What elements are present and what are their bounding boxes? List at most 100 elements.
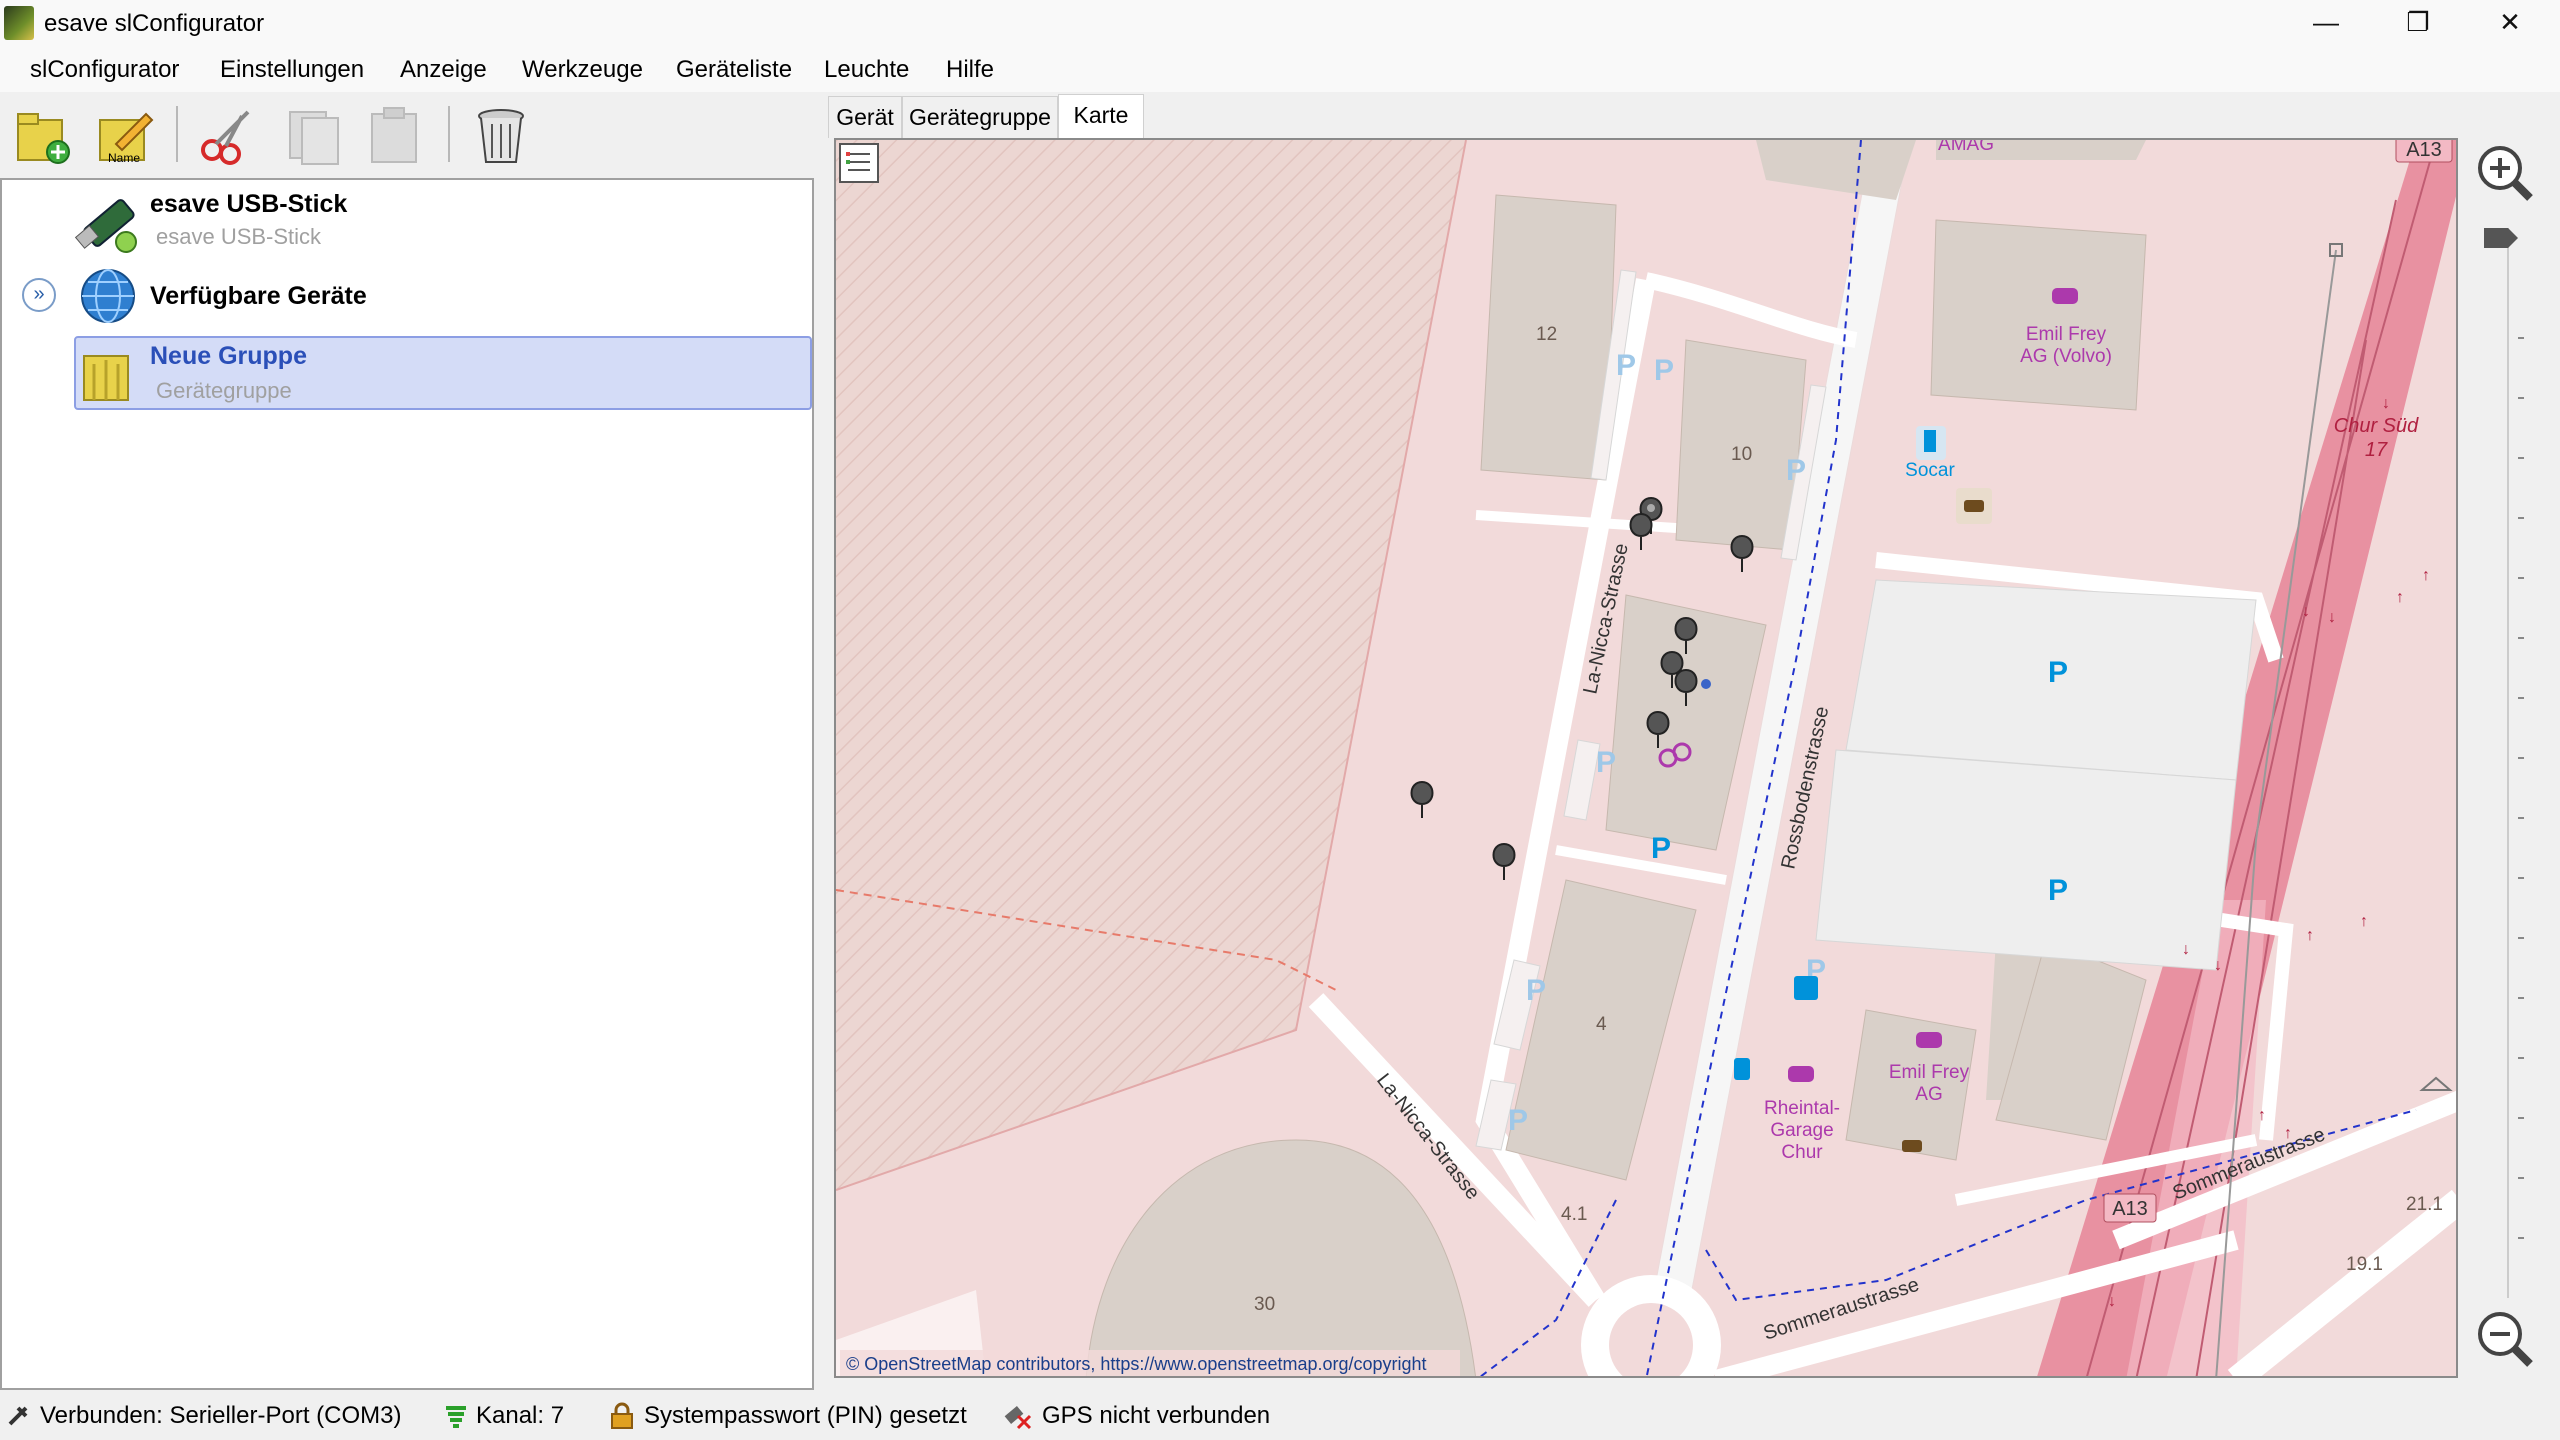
svg-text:↑: ↑ xyxy=(2284,1125,2292,1142)
hatched-area xyxy=(836,140,1466,1190)
label-house-12: 12 xyxy=(1536,324,1557,345)
window-title: esave slConfigurator xyxy=(44,10,265,37)
svg-text:↑: ↑ xyxy=(2306,927,2314,944)
svg-text:P: P xyxy=(1526,974,1546,1007)
map-canvas[interactable]: 12 10 4 30 4.1 21.1 19.1 La-Nicca-Strass… xyxy=(836,140,2458,1378)
usb-stick-title[interactable]: esave USB-Stick xyxy=(150,190,347,219)
label-chur-sued: Chur Süd xyxy=(2334,415,2419,437)
device-marker[interactable] xyxy=(1730,534,1754,572)
available-devices-title[interactable]: Verfügbare Geräte xyxy=(150,282,367,311)
rename-button[interactable]: Name xyxy=(94,104,156,166)
menu-hilfe[interactable]: Hilfe xyxy=(946,56,994,84)
title-bar: esave slConfigurator — ❐ ✕ xyxy=(0,0,2560,46)
menu-bar: slConfigurator Einstellungen Anzeige Wer… xyxy=(0,46,2560,92)
building-rheintal-garage xyxy=(1845,1009,1977,1161)
toolbar-separator xyxy=(448,106,450,162)
taxi-icon xyxy=(1956,488,1992,524)
status-connection: Verbunden: Serieller-Port (COM3) xyxy=(40,1402,402,1429)
label-rheintal-3: Chur xyxy=(1781,1142,1823,1163)
svg-text:↓: ↓ xyxy=(2328,609,2336,626)
zoom-control xyxy=(2470,138,2550,1378)
delete-button[interactable] xyxy=(470,104,532,166)
svg-text:↑: ↑ xyxy=(2422,567,2430,584)
new-group-button[interactable] xyxy=(12,104,74,166)
svg-text:↓: ↓ xyxy=(2108,1293,2116,1310)
layer-switcher-button[interactable] xyxy=(839,143,879,183)
tab-karte[interactable]: Karte xyxy=(1058,94,1144,140)
label-amag: AMAG xyxy=(1938,140,1994,155)
svg-text:↑: ↑ xyxy=(2258,1107,2266,1124)
trash-icon xyxy=(478,109,524,163)
tab-geraet[interactable]: Gerät xyxy=(828,96,902,138)
toolbar-separator xyxy=(176,106,178,162)
map-copyright[interactable]: © OpenStreetMap contributors, https://ww… xyxy=(846,1354,1427,1374)
tab-geraetegruppe[interactable]: Gerätegruppe xyxy=(902,96,1058,138)
rename-label: Name xyxy=(108,151,140,165)
new-folder-icon xyxy=(17,113,70,164)
label-emil-frey-2: AG xyxy=(1915,1084,1942,1105)
label-a13: A13 xyxy=(2112,1198,2148,1220)
device-marker[interactable] xyxy=(1410,780,1434,818)
svg-text:P: P xyxy=(1786,454,1806,487)
paste-button[interactable] xyxy=(364,104,426,166)
menu-einstellungen[interactable]: Einstellungen xyxy=(220,56,364,84)
usb-stick-icon xyxy=(74,186,144,256)
scissors-icon xyxy=(201,110,250,165)
copy-icon xyxy=(289,111,339,165)
car-dealer-icon xyxy=(1916,1032,1942,1048)
svg-text:P: P xyxy=(1651,832,1671,865)
label-exit-17: 17 xyxy=(2365,439,2388,461)
svg-text:↑: ↑ xyxy=(2360,913,2368,930)
menu-leuchte[interactable]: Leuchte xyxy=(824,56,909,84)
signal-icon xyxy=(446,1406,466,1428)
device-tree[interactable]: esave USB-Stick esave USB-Stick » Verfüg… xyxy=(0,178,814,1390)
group-icon xyxy=(80,344,138,404)
zoom-in-icon[interactable] xyxy=(2478,146,2533,201)
bus-stop-icon xyxy=(1734,1058,1750,1080)
label-emil-frey-volvo-2: AG (Volvo) xyxy=(2020,346,2112,367)
building-30 xyxy=(1085,1139,1476,1376)
cut-button[interactable] xyxy=(196,104,258,166)
svg-text:↓: ↓ xyxy=(2382,395,2390,412)
car-dealer-icon xyxy=(2052,288,2078,304)
rename-icon: Name xyxy=(99,112,154,165)
menu-slconfigurator[interactable]: slConfigurator xyxy=(30,56,179,84)
svg-text:P: P xyxy=(1596,746,1616,779)
svg-text:P: P xyxy=(1616,349,1636,382)
label-house-4: 4 xyxy=(1596,1014,1607,1035)
status-gps: GPS nicht verbunden xyxy=(1042,1402,1271,1429)
menu-geraeteliste[interactable]: Geräteliste xyxy=(676,56,792,84)
minimize-button[interactable]: — xyxy=(2280,0,2372,46)
svg-text:↓: ↓ xyxy=(2302,603,2310,620)
zoom-slider-handle[interactable] xyxy=(2484,228,2518,248)
charging-station-icon xyxy=(1794,976,1818,1000)
maximize-button[interactable]: ❐ xyxy=(2372,0,2464,46)
expand-toggle[interactable]: » xyxy=(22,278,56,312)
copy-button[interactable] xyxy=(282,104,344,166)
svg-text:↓: ↓ xyxy=(2182,941,2190,958)
svg-text:P: P xyxy=(2048,656,2068,689)
menu-werkzeuge[interactable]: Werkzeuge xyxy=(522,56,643,84)
label-emil-frey-volvo-1: Emil Frey xyxy=(2026,324,2107,345)
group-title[interactable]: Neue Gruppe xyxy=(150,342,307,371)
connection-plug-icon xyxy=(8,1406,28,1426)
parking-area-2 xyxy=(1815,749,2237,971)
label-a13-top: A13 xyxy=(2406,140,2442,161)
map-view[interactable]: 12 10 4 30 4.1 21.1 19.1 La-Nicca-Strass… xyxy=(834,138,2458,1378)
status-pin: Systempasswort (PIN) gesetzt xyxy=(644,1402,967,1429)
label-rheintal-1: Rheintal- xyxy=(1764,1098,1840,1119)
shelter-icon xyxy=(2419,1076,2453,1091)
label-rheintal-2: Garage xyxy=(1770,1120,1833,1141)
zoom-out-icon[interactable] xyxy=(2478,1312,2533,1367)
menu-anzeige[interactable]: Anzeige xyxy=(400,56,487,84)
close-button[interactable]: ✕ xyxy=(2464,0,2556,46)
label-socar: Socar xyxy=(1905,460,1955,481)
building-emil-frey-volvo xyxy=(1930,219,2147,411)
device-marker[interactable] xyxy=(1629,512,1653,550)
label-house-211: 21.1 xyxy=(2406,1194,2443,1215)
group-subtitle: Gerätegruppe xyxy=(156,378,292,403)
device-marker[interactable] xyxy=(1492,842,1516,880)
label-house-41: 4.1 xyxy=(1561,1204,1587,1225)
fuel-station-icon xyxy=(1916,426,1946,460)
app-icon xyxy=(4,6,34,40)
